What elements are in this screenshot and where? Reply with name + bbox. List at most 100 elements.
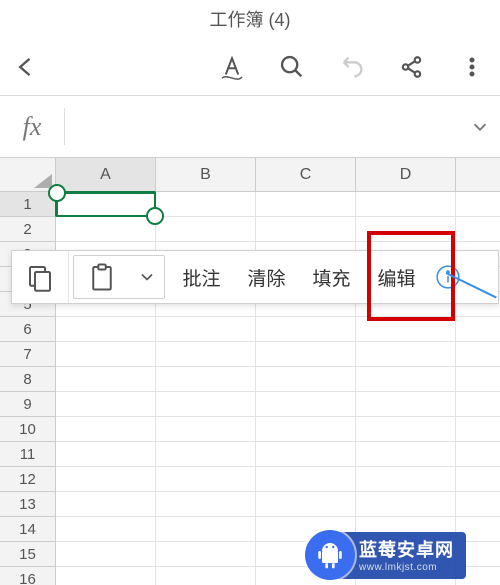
selection-handle-top-left[interactable] bbox=[48, 184, 66, 202]
cell[interactable] bbox=[356, 442, 456, 467]
cell[interactable] bbox=[456, 417, 500, 442]
cell[interactable] bbox=[156, 342, 256, 367]
row-header-10[interactable]: 10 bbox=[0, 417, 56, 442]
column-header-partial[interactable] bbox=[456, 158, 500, 192]
cell[interactable] bbox=[56, 442, 156, 467]
row-header-7[interactable]: 7 bbox=[0, 342, 56, 367]
cell[interactable] bbox=[156, 442, 256, 467]
row-header-14[interactable]: 14 bbox=[0, 517, 56, 542]
back-button[interactable] bbox=[10, 51, 42, 83]
cell[interactable] bbox=[256, 417, 356, 442]
cell[interactable] bbox=[456, 317, 500, 342]
formula-input[interactable] bbox=[65, 96, 460, 157]
fx-label[interactable]: fx bbox=[0, 112, 64, 142]
row-header-11[interactable]: 11 bbox=[0, 442, 56, 467]
row-header-15[interactable]: 15 bbox=[0, 542, 56, 567]
row-header-16[interactable]: 16 bbox=[0, 567, 56, 585]
undo-button[interactable] bbox=[336, 51, 368, 83]
select-all-corner[interactable] bbox=[0, 158, 56, 192]
paste-button[interactable] bbox=[74, 262, 130, 292]
android-icon bbox=[314, 539, 346, 571]
column-header-A[interactable]: A bbox=[56, 158, 156, 192]
cell[interactable] bbox=[456, 442, 500, 467]
more-options-button[interactable] bbox=[456, 51, 488, 83]
cell[interactable] bbox=[456, 192, 500, 217]
cell[interactable] bbox=[156, 517, 256, 542]
cell[interactable] bbox=[156, 392, 256, 417]
info-button[interactable] bbox=[429, 251, 467, 303]
cell[interactable] bbox=[56, 217, 156, 242]
cell[interactable] bbox=[56, 467, 156, 492]
font-style-button[interactable] bbox=[216, 51, 248, 83]
cell[interactable] bbox=[156, 567, 256, 585]
row-header-8[interactable]: 8 bbox=[0, 367, 56, 392]
formula-expand-button[interactable] bbox=[460, 116, 500, 138]
cell[interactable] bbox=[456, 492, 500, 517]
edit-button[interactable]: 编辑 bbox=[364, 251, 429, 303]
cell[interactable] bbox=[456, 342, 500, 367]
row-header-9[interactable]: 9 bbox=[0, 392, 56, 417]
watermark-title: 蓝莓安卓网 bbox=[359, 536, 454, 562]
column-header-B[interactable]: B bbox=[156, 158, 256, 192]
chevron-down-icon bbox=[137, 267, 157, 287]
cell[interactable] bbox=[56, 342, 156, 367]
cell[interactable] bbox=[56, 492, 156, 517]
cell[interactable] bbox=[356, 392, 456, 417]
share-button[interactable] bbox=[396, 51, 428, 83]
cell[interactable] bbox=[356, 467, 456, 492]
cell[interactable] bbox=[156, 542, 256, 567]
row-header-12[interactable]: 12 bbox=[0, 467, 56, 492]
copy-button[interactable] bbox=[12, 251, 69, 303]
search-icon bbox=[278, 53, 306, 81]
cell[interactable] bbox=[156, 367, 256, 392]
selection-handle-bottom-right[interactable] bbox=[146, 207, 164, 225]
cell[interactable] bbox=[256, 367, 356, 392]
paste-options-button[interactable] bbox=[130, 267, 164, 287]
cell[interactable] bbox=[256, 492, 356, 517]
fill-button[interactable]: 填充 bbox=[299, 251, 364, 303]
cell[interactable] bbox=[256, 317, 356, 342]
cell[interactable] bbox=[256, 192, 356, 217]
cell[interactable] bbox=[156, 492, 256, 517]
cell[interactable] bbox=[56, 367, 156, 392]
cell[interactable] bbox=[256, 342, 356, 367]
cell[interactable] bbox=[256, 217, 356, 242]
clear-button[interactable]: 清除 bbox=[234, 251, 299, 303]
search-button[interactable] bbox=[276, 51, 308, 83]
column-header-D[interactable]: D bbox=[356, 158, 456, 192]
cell[interactable] bbox=[256, 467, 356, 492]
cell[interactable] bbox=[56, 392, 156, 417]
cell[interactable] bbox=[356, 317, 456, 342]
cell[interactable] bbox=[356, 417, 456, 442]
cell[interactable] bbox=[56, 517, 156, 542]
cell[interactable] bbox=[156, 192, 256, 217]
cell[interactable] bbox=[56, 317, 156, 342]
cell[interactable] bbox=[156, 417, 256, 442]
cell[interactable] bbox=[56, 567, 156, 585]
cell[interactable] bbox=[356, 367, 456, 392]
cell[interactable] bbox=[356, 342, 456, 367]
cell[interactable] bbox=[256, 442, 356, 467]
cell[interactable] bbox=[56, 542, 156, 567]
row-header-2[interactable]: 2 bbox=[0, 217, 56, 242]
cell[interactable] bbox=[456, 367, 500, 392]
watermark-badge: 蓝莓安卓网 www.lmkjst.com bbox=[305, 530, 466, 580]
annotate-button[interactable]: 批注 bbox=[169, 251, 234, 303]
cell[interactable] bbox=[356, 192, 456, 217]
cell[interactable] bbox=[156, 217, 256, 242]
cell[interactable] bbox=[156, 317, 256, 342]
more-vertical-icon bbox=[460, 55, 484, 79]
cell[interactable] bbox=[56, 192, 156, 217]
font-style-icon bbox=[217, 52, 247, 82]
cell[interactable] bbox=[256, 392, 356, 417]
cell[interactable] bbox=[456, 217, 500, 242]
column-header-C[interactable]: C bbox=[256, 158, 356, 192]
cell[interactable] bbox=[456, 467, 500, 492]
cell[interactable] bbox=[56, 417, 156, 442]
cell[interactable] bbox=[156, 467, 256, 492]
cell[interactable] bbox=[356, 217, 456, 242]
cell[interactable] bbox=[456, 392, 500, 417]
row-header-13[interactable]: 13 bbox=[0, 492, 56, 517]
row-header-6[interactable]: 6 bbox=[0, 317, 56, 342]
cell[interactable] bbox=[356, 492, 456, 517]
